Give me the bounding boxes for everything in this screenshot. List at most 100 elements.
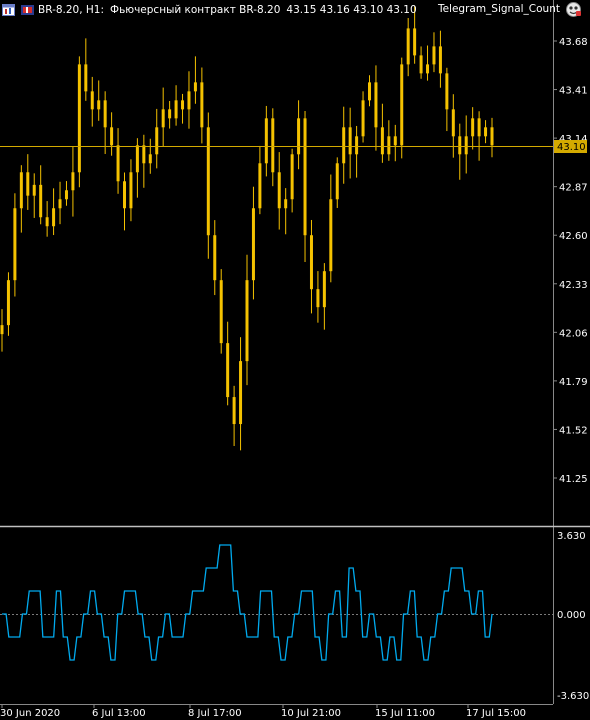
time-tick-label: 8 Jul 17:00 [188,708,242,719]
time-tick-label: 6 Jul 13:00 [92,708,146,719]
candle-body [374,82,378,128]
candle-body [406,28,410,65]
candle-body [258,163,262,209]
candle-body [71,172,75,191]
candle-body [380,127,384,155]
candle-body [368,82,371,101]
candle-body [464,136,468,155]
candle-body [13,208,17,281]
candle-body [277,172,281,209]
candle-body [477,118,481,137]
candle-body [245,280,249,362]
candle-body [219,280,223,344]
candle-body [97,100,101,110]
candle-body [348,127,352,155]
chart-header: BR-8.20, H1: Фьючерсный контракт BR-8.20… [0,2,417,18]
candle-body [387,136,391,155]
time-tick-label: 30 Jun 2020 [0,708,60,719]
price-tick-label: 43.41 [559,86,588,97]
candle-body [303,118,307,236]
price-tick-label: 42.33 [559,280,588,291]
candle-body [355,136,359,155]
candle-body [110,127,114,146]
candle-body [264,118,268,164]
candle-body [451,109,455,137]
candle-body [90,91,94,110]
candle-body [6,280,10,326]
candle-body [142,145,146,164]
current-price-tag: 43.10 [554,140,587,153]
candle-body [438,46,442,74]
symbol-description: Фьючерсный контракт BR-8.20 [110,4,281,16]
candle-body [329,199,333,272]
candle-body [200,82,204,128]
candle-body [309,235,313,290]
candle-body [232,397,236,425]
candle-body [458,136,462,155]
candle-body [26,172,30,196]
candle-body [187,91,191,110]
time-tick-label: 10 Jul 21:00 [281,708,341,719]
candle-body [432,46,436,65]
candle-body [393,136,397,146]
candle-body [419,55,423,74]
candle-body [206,127,210,236]
candle-body [239,361,243,425]
candle-body [77,64,81,173]
candle-body [155,127,159,155]
candle-body [445,73,449,110]
candle-body [284,199,288,209]
price-tick-label: 41.25 [559,474,588,485]
time-tick-label: 17 Jul 15:00 [466,708,526,719]
candle-body [342,127,346,164]
candle-body [135,145,139,173]
indicator-tick-label: 0.000 [557,610,586,621]
candle-body [129,172,133,209]
candle-body [174,100,178,119]
chart-window-icon[interactable] [2,4,15,16]
time-tick-label: 15 Jul 11:00 [375,708,435,719]
candle-body [148,154,152,164]
candle-body [116,145,120,182]
indicator-tick-label: -3.630 [557,691,589,702]
current-price-label: 43.10 [557,142,586,153]
expert-advisor-icon[interactable] [565,1,582,18]
candle-body [123,181,126,209]
candle-body [32,184,36,196]
candle-body [19,172,23,209]
candle-body [490,127,494,146]
candle-body [45,217,49,227]
candle-body [316,289,320,308]
expert-advisor-name[interactable]: Telegram_Signal_Count [438,3,560,15]
price-tick-label: 42.60 [559,231,588,242]
candle-body [52,208,56,227]
ohlc-values: 43.15 43.16 43.10 43.10 [286,4,417,16]
candle-body [226,343,230,398]
candle-body [181,100,185,110]
candle-body [413,28,417,56]
candle-body [84,64,88,92]
candle-body [297,118,301,155]
price-tick-label: 41.52 [559,425,588,436]
candle-body [39,184,43,218]
candle-body [213,235,217,281]
price-tick-label: 43.68 [559,37,588,48]
candle-body [251,208,255,281]
chart-canvas[interactable]: 43.6843.4143.1442.8742.6042.3342.0641.79… [0,0,590,720]
candle-body [361,100,365,137]
candle-body [335,163,339,200]
price-tick-label: 41.79 [559,377,588,388]
symbol-period: BR-8.20, H1: [38,4,105,16]
candle-body [484,127,488,137]
candle-body [0,325,4,335]
candle-body [193,82,197,92]
indicator-tick-label: 3.630 [557,531,586,542]
candle-body [400,64,404,146]
candle-body [161,109,165,128]
candle-body [271,118,275,173]
price-tick-label: 42.87 [559,183,588,194]
flag-icon [21,5,34,15]
candle-body [58,199,62,209]
candle-body [322,271,326,308]
candle-body [168,109,172,119]
